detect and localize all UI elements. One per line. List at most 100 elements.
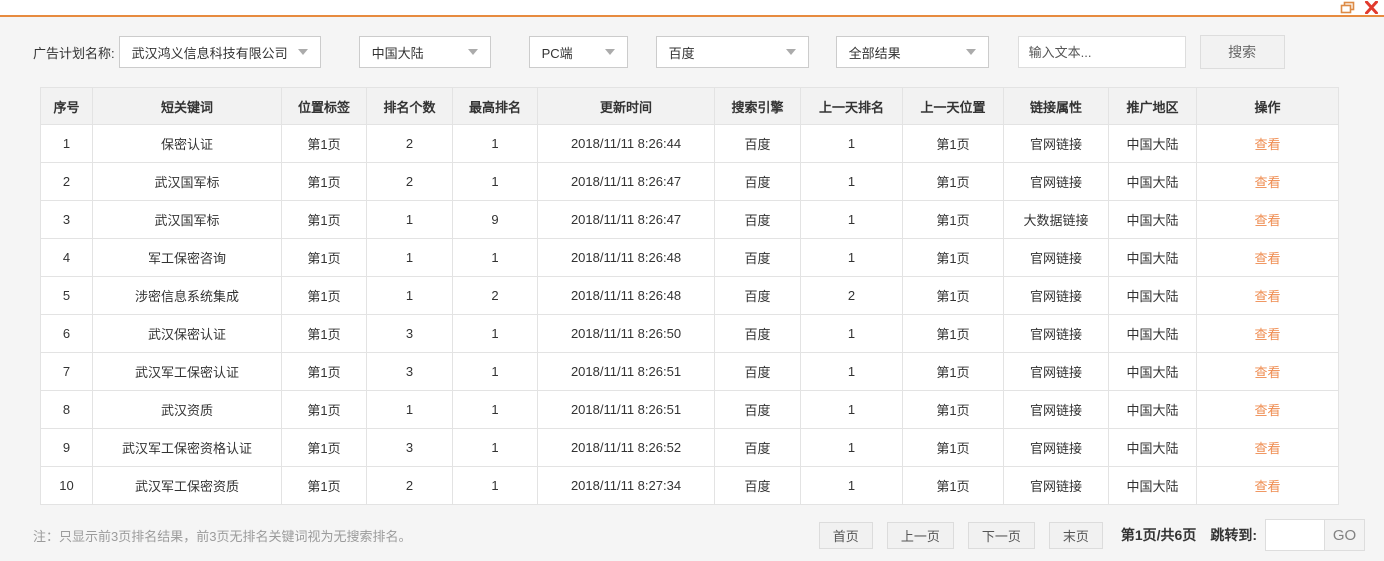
table-cell: 1 <box>366 200 453 239</box>
table-cell: 2018/11/11 8:26:48 <box>537 276 715 315</box>
column-header: 排名个数 <box>366 87 453 125</box>
column-header: 更新时间 <box>537 87 715 125</box>
region-select[interactable]: 中国大陆 <box>358 36 491 68</box>
view-link[interactable]: 查看 <box>1254 251 1280 266</box>
view-link[interactable]: 查看 <box>1254 403 1280 418</box>
prev-page-button[interactable]: 上一页 <box>886 521 954 549</box>
table-cell: 官网链接 <box>1003 124 1109 163</box>
table-header-row: 序号 短关键词 位置标签 排名个数 最高排名 更新时间 搜索引擎 上一天排名 上一天位置 链接属性… <box>40 87 1339 125</box>
next-page-button[interactable]: 下一页 <box>967 521 1035 549</box>
chevron-down-icon <box>297 49 308 55</box>
table-row: 4 军工保密咨询 第1页 1 1 2018/11/11 8:26:48 百度 1 第1页 官网链接… <box>40 238 1339 277</box>
table-cell: 8 <box>40 390 93 429</box>
go-button[interactable]: GO <box>1324 520 1364 550</box>
table-cell: 4 <box>40 238 93 277</box>
table-cell: 2 <box>366 466 453 505</box>
table-row: 2 武汉国军标 第1页 2 1 2018/11/11 8:26:47 百度 1 第1页 官网链接中… <box>40 162 1339 201</box>
table-body: 1 保密认证 第1页 2 1 2018/11/11 8:26:44 百度 1 第1页 官网链接 中国… <box>40 124 1339 505</box>
chevron-down-icon <box>785 49 796 55</box>
table-cell: 百度 <box>714 238 801 277</box>
table-cell: 查看 <box>1196 124 1339 163</box>
table-cell: 武汉军工保密认证 <box>92 352 282 391</box>
table-cell: 5 <box>40 276 93 315</box>
platform-select-value: PC端 <box>541 45 573 61</box>
view-link[interactable]: 查看 <box>1254 479 1280 494</box>
table-row: 7 武汉军工保密认证 第1页 3 1 2018/11/11 8:26:51 百度 1 第1页 官网… <box>40 352 1339 391</box>
result-type-select[interactable]: 全部结果 <box>835 36 989 68</box>
table-cell: 查看 <box>1196 314 1339 353</box>
jump-box: GO <box>1265 519 1365 551</box>
table-cell: 中国大陆 <box>1108 238 1197 277</box>
table-cell: 官网链接 <box>1003 466 1109 505</box>
table-cell: 武汉国军标 <box>92 200 282 239</box>
first-page-button[interactable]: 首页 <box>818 521 873 549</box>
table-cell: 中国大陆 <box>1108 428 1197 467</box>
table-cell: 第1页 <box>902 352 1004 391</box>
table-cell: 第1页 <box>902 390 1004 429</box>
table-cell: 1 <box>800 352 903 391</box>
table-cell: 1 <box>366 238 453 277</box>
column-header: 搜索引擎 <box>714 87 801 125</box>
table-cell: 第1页 <box>902 276 1004 315</box>
table-cell: 百度 <box>714 352 801 391</box>
table-cell: 涉密信息系统集成 <box>92 276 282 315</box>
view-link[interactable]: 查看 <box>1254 213 1280 228</box>
table-cell: 保密认证 <box>92 124 282 163</box>
table-cell: 3 <box>366 352 453 391</box>
table-cell: 9 <box>40 428 93 467</box>
table-cell: 9 <box>452 200 538 239</box>
table-cell: 百度 <box>714 428 801 467</box>
table-cell: 百度 <box>714 466 801 505</box>
footer-note: 注：只显示前3页排名结果，前3页无排名关键词视为无搜索排名。 <box>33 528 412 544</box>
table-cell: 2 <box>800 276 903 315</box>
table-cell: 1 <box>800 466 903 505</box>
view-link[interactable]: 查看 <box>1254 441 1280 456</box>
chevron-down-icon <box>604 49 615 55</box>
search-input[interactable] <box>1017 36 1186 68</box>
table-cell: 2018/11/11 8:26:51 <box>537 390 715 429</box>
campaign-select-value: 武汉鸿义信息科技有限公司 <box>131 45 288 61</box>
platform-select[interactable]: PC端 <box>528 36 628 68</box>
view-link[interactable]: 查看 <box>1254 137 1280 152</box>
table-cell: 官网链接 <box>1003 276 1109 315</box>
table-cell: 第1页 <box>281 466 367 505</box>
column-header: 推广地区 <box>1108 87 1197 125</box>
table-cell: 第1页 <box>281 200 367 239</box>
table-cell: 2018/11/11 8:26:50 <box>537 314 715 353</box>
jump-to-label: 跳转到: <box>1210 527 1257 543</box>
table-cell: 第1页 <box>281 124 367 163</box>
view-link[interactable]: 查看 <box>1254 365 1280 380</box>
jump-page-input[interactable] <box>1266 520 1324 550</box>
table-cell: 第1页 <box>902 466 1004 505</box>
restore-window-icon[interactable] <box>1340 1 1355 14</box>
table-cell: 官网链接 <box>1003 428 1109 467</box>
table-cell: 第1页 <box>902 238 1004 277</box>
search-button[interactable]: 搜索 <box>1199 35 1285 69</box>
table-cell: 查看 <box>1196 200 1339 239</box>
table-cell: 第1页 <box>902 428 1004 467</box>
table-cell: 1 <box>452 428 538 467</box>
table-cell: 中国大陆 <box>1108 124 1197 163</box>
filter-bar: 广告计划名称: 武汉鸿义信息科技有限公司 中国大陆 PC端 百度 全部结果 搜索 <box>0 35 1384 69</box>
table-cell: 中国大陆 <box>1108 466 1197 505</box>
column-header: 短关键词 <box>92 87 282 125</box>
engine-select[interactable]: 百度 <box>655 36 809 68</box>
column-header: 上一天排名 <box>800 87 903 125</box>
keyword-ranking-table: 序号 短关键词 位置标签 排名个数 最高排名 更新时间 搜索引擎 上一天排名 上一天位置 链接属性… <box>40 87 1339 505</box>
last-page-button[interactable]: 末页 <box>1048 521 1103 549</box>
campaign-select[interactable]: 武汉鸿义信息科技有限公司 <box>118 36 321 68</box>
table-cell: 中国大陆 <box>1108 314 1197 353</box>
table-cell: 百度 <box>714 314 801 353</box>
view-link[interactable]: 查看 <box>1254 175 1280 190</box>
table-cell: 2 <box>366 162 453 201</box>
close-window-icon[interactable] <box>1364 1 1379 14</box>
window-titlebar <box>0 0 1384 17</box>
table-cell: 1 <box>800 314 903 353</box>
table-cell: 军工保密咨询 <box>92 238 282 277</box>
table-cell: 1 <box>800 390 903 429</box>
view-link[interactable]: 查看 <box>1254 289 1280 304</box>
table-cell: 1 <box>40 124 93 163</box>
view-link[interactable]: 查看 <box>1254 327 1280 342</box>
table-cell: 中国大陆 <box>1108 390 1197 429</box>
campaign-name-label: 广告计划名称: <box>33 45 115 61</box>
